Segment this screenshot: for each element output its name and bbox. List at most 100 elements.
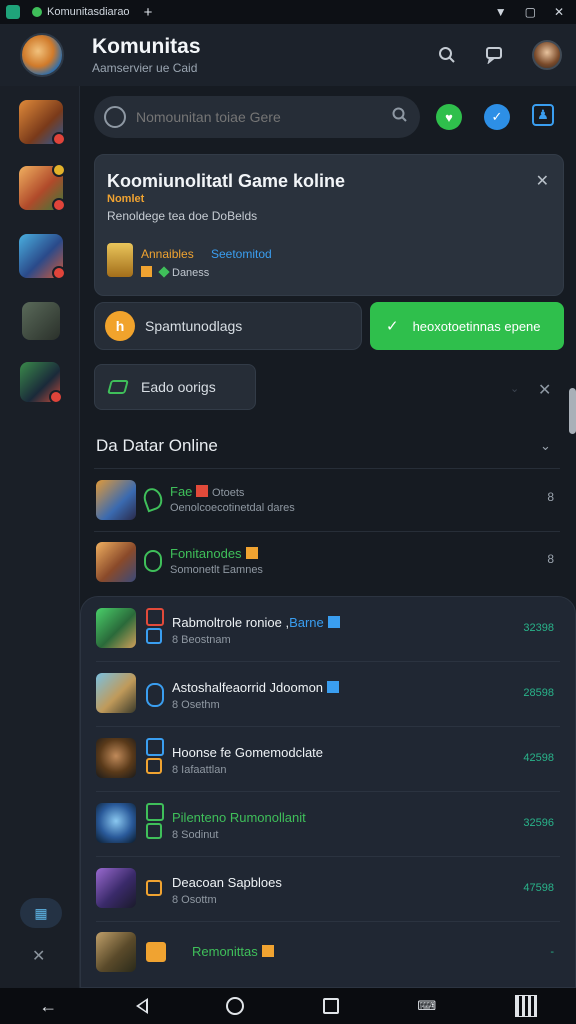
join-button[interactable]: h Spamtunodlags [94,302,362,350]
maximize-icon[interactable]: ▢ [525,5,536,19]
featured-tag: Nomlet [107,193,145,205]
dismiss-button[interactable]: ✕ [538,380,551,400]
close-window-button[interactable]: ✕ [554,5,564,19]
join-button-label: Spamtunodlags [145,318,243,334]
magnifier-icon[interactable] [392,107,408,127]
wifi-icon: ▼ [494,5,507,19]
game-row[interactable]: Remonittas - [96,922,560,986]
game-name: Rabmoltrole ronioe [172,615,282,630]
achievement-link[interactable]: Seetomitod [211,247,272,261]
game-thumbnail [96,542,136,582]
game-link[interactable]: Barne [289,615,324,630]
chevron-down-icon[interactable]: ⌄ [540,438,551,454]
sidebar-game-1[interactable] [19,100,66,146]
chat-tag-icon [146,738,164,756]
game-title: Hoonse fe Gomemodclate [172,745,324,760]
game-subtitle: 8 Beostnam [172,634,231,646]
new-tab-button[interactable]: + [144,4,153,21]
game-thumbnail [96,868,136,908]
sidebar-game-5[interactable] [20,362,63,404]
user-avatar[interactable] [532,40,562,70]
check-icon: ✓ [386,318,399,335]
browser-tab[interactable]: Komunitasdiarao [32,6,130,18]
divider [94,468,560,469]
verified-filter-icon[interactable]: ♥ [436,104,462,130]
sidebar-close-button[interactable]: ✕ [32,946,45,966]
home-icon[interactable] [226,997,245,1015]
back-icon[interactable] [135,998,148,1014]
close-icon[interactable]: ✕ [536,171,549,191]
divider [96,726,560,727]
people-filter-icon[interactable]: ♟ [532,104,554,126]
game-title: Pilenteno Rumonollanit [172,810,306,825]
game-score: - [550,946,554,958]
game-subtitle: 8 Sodinut [172,829,219,841]
online-status-button[interactable]: ✓ heoxotoetinnas epene [370,302,564,350]
search-bar[interactable] [94,96,420,138]
game-thumbnail [96,673,136,713]
featured-game-card[interactable]: Koomiunolitatl Game koline Nomlet Renold… [94,154,564,296]
qr-icon[interactable] [514,995,537,1017]
app-header: Komunitas Aamservier ue Caid [0,24,576,86]
shield-icon [146,683,164,707]
game-name: Deacoan Sapbloes [172,875,282,890]
list-item-count[interactable]: 8 [547,490,554,504]
list-item-count[interactable]: 8 [547,552,554,566]
chat-icon[interactable] [484,44,506,66]
badge-icon [146,758,162,774]
game-title: Rabmoltrole ronioe ,Barne [172,615,340,630]
divider [96,661,560,662]
list-item[interactable]: Fonitanodes Somonetlt Eamnes 8 [94,532,560,592]
tab-label: Komunitasdiarao [47,6,130,18]
sidebar-game-4[interactable] [22,302,60,340]
search-input[interactable] [136,109,392,125]
orange-h-icon: h [105,311,135,341]
game-score: 32398 [523,622,554,634]
scrollbar-thumb[interactable] [569,388,576,434]
game-row[interactable]: Astoshalfeaorrid Jdoomon 8 Osethm 28598 [96,663,560,727]
search-icon[interactable] [436,44,458,66]
verified-icon [327,616,340,628]
check-filter-icon[interactable]: ✓ [484,104,510,130]
tag-icon [196,485,209,497]
leaf-icon [140,485,166,513]
game-row[interactable]: Hoonse fe Gomemodclate 8 Iafaattlan 4259… [96,728,560,792]
sidebar-game-2[interactable] [19,163,66,212]
sidebar-game-3[interactable] [19,234,66,280]
secondary-button[interactable]: Eado oorigs [94,364,256,410]
game-score: 42598 [523,752,554,764]
achievement-label: Annaibles [141,247,194,261]
game-thumbnail [96,608,136,648]
recents-icon[interactable] [322,998,339,1014]
featured-title: Koomiunolitatl Game koline [107,171,346,191]
chat-tag-icon [146,803,164,821]
game-name: Remonittas [192,944,258,959]
community-logo[interactable] [20,33,64,77]
back-arrow-icon[interactable]: ← [39,996,57,1017]
group-icon [146,628,162,644]
list-item[interactable]: Fae Otoets Oenolcoecotinetdal dares 8 [94,470,560,530]
list-item-name: Fonitanodes [170,546,242,561]
online-status-label: heoxotoetinnas epene [412,318,541,334]
game-subtitle: 8 Iafaattlan [172,764,227,776]
divider [96,791,560,792]
list-item-title: Fae Otoets [170,484,244,499]
game-row[interactable]: Pilenteno Rumonollanit 8 Sodinut 32596 [96,793,560,857]
grid-icon[interactable]: ▦ [20,898,62,928]
game-sidebar: ▦ ✕ [0,86,80,988]
badge-icon [146,880,162,896]
game-row[interactable]: Deacoan Sapbloes 8 Osottm 47598 [96,858,560,922]
notification-badge [52,132,66,146]
badge-icon [146,942,166,962]
window-titlebar: Komunitasdiarao + ▼ ▢ ✕ [0,0,576,24]
group-icon [146,823,162,839]
keyboard-icon[interactable]: ⌨ [417,998,436,1014]
game-thumbnail [96,480,136,520]
chat-tag-icon [146,608,164,626]
game-row[interactable]: Rabmoltrole ronioe ,Barne 8 Beostnam 323… [96,598,560,662]
game-score: 47598 [523,882,554,894]
featured-meta-text: Daness [172,267,210,279]
collapse-chevron-icon[interactable]: ⌄ [510,382,519,395]
section-title: Da Datar Online [96,436,218,455]
gem-icon [158,266,170,278]
